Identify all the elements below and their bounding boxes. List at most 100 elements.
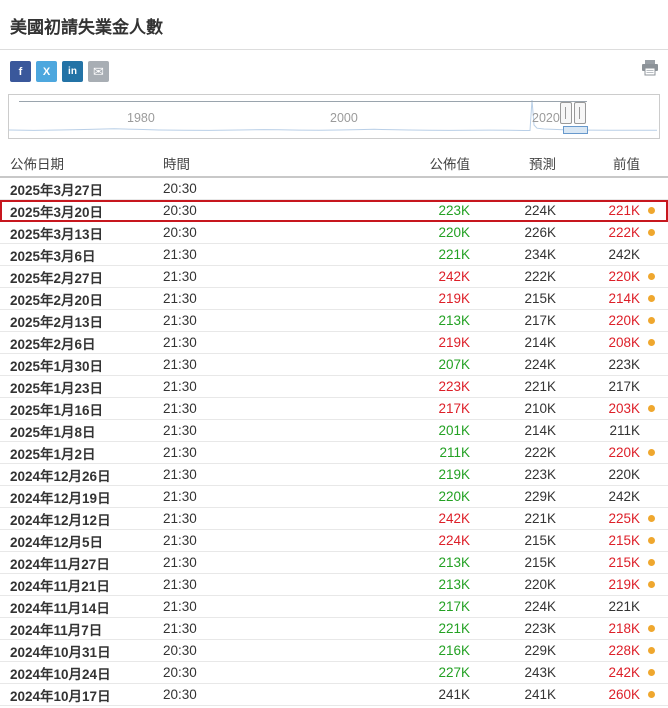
print-button[interactable] [641, 60, 659, 79]
cell-time: 21:30 [163, 445, 197, 460]
cell-publish-date: 2025年2月13日 [10, 314, 104, 330]
cell-actual: 217K [438, 401, 470, 416]
table-row[interactable]: 2024年11月27日 21:30 213K 215K 215K [0, 552, 668, 574]
table-row[interactable]: 2024年11月7日 21:30 221K 223K 218K [0, 618, 668, 640]
table-row[interactable]: 2025年1月2日 21:30 211K 222K 220K [0, 442, 668, 464]
cell-previous: 220K [608, 313, 640, 328]
cell-forecast: 220K [524, 577, 556, 592]
cell-time: 21:30 [163, 423, 197, 438]
cell-forecast: 214K [524, 423, 556, 438]
twitter-share-button[interactable]: X [36, 61, 57, 82]
cell-time: 20:30 [163, 225, 197, 240]
revision-dot-icon [647, 515, 655, 522]
table-row[interactable]: 2025年2月27日 21:30 242K 222K 220K [0, 266, 668, 288]
table-row[interactable]: 2025年3月13日 20:30 220K 226K 222K [0, 222, 668, 244]
cell-previous: 214K [608, 291, 640, 306]
table-row[interactable]: 2024年10月24日 20:30 227K 243K 242K [0, 662, 668, 684]
cell-forecast: 215K [524, 291, 556, 306]
cell-previous: 228K [608, 643, 640, 658]
revision-dot-icon [647, 317, 655, 324]
cell-forecast: 223K [524, 467, 556, 482]
table-row[interactable]: 2024年12月12日 21:30 242K 221K 225K [0, 508, 668, 530]
table-row[interactable]: 2024年10月17日 20:30 241K 241K 260K [0, 684, 668, 706]
table-row[interactable]: 2024年12月26日 21:30 219K 223K 220K [0, 464, 668, 486]
cell-publish-date: 2025年2月27日 [10, 270, 104, 286]
revision-dot-icon [647, 339, 655, 346]
cell-revision [640, 618, 662, 639]
revision-dot-icon [647, 295, 655, 302]
cell-publish-date: 2025年2月6日 [10, 336, 96, 352]
cell-actual: 213K [438, 555, 470, 570]
cell-publish-date: 2024年10月24日 [10, 666, 111, 682]
linkedin-share-button[interactable]: in [62, 61, 83, 82]
cell-forecast: 222K [524, 445, 556, 460]
cell-forecast: 229K [524, 489, 556, 504]
table-row[interactable]: 2024年11月14日 21:30 217K 224K 221K [0, 596, 668, 618]
cell-actual: 221K [438, 247, 470, 262]
navigator-year-label: 2020 [532, 111, 560, 125]
chart-navigator[interactable]: 1980 2000 2020 [8, 94, 660, 139]
cell-actual: 219K [438, 467, 470, 482]
cell-revision [640, 354, 662, 375]
navigator-scrollbar-thumb[interactable] [563, 126, 588, 134]
revision-dot-icon [647, 647, 655, 654]
cell-previous: 203K [608, 401, 640, 416]
table-row[interactable]: 2025年2月20日 21:30 219K 215K 214K [0, 288, 668, 310]
facebook-icon: f [18, 65, 23, 78]
cell-revision [640, 508, 662, 529]
cell-time: 21:30 [163, 555, 197, 570]
revision-dot-icon [647, 229, 655, 236]
table-row[interactable]: 2024年10月31日 20:30 216K 229K 228K [0, 640, 668, 662]
email-share-button[interactable]: ✉ [88, 61, 109, 82]
facebook-share-button[interactable]: f [10, 61, 31, 82]
cell-revision [640, 332, 662, 353]
linkedin-icon: in [68, 66, 77, 77]
table-row[interactable]: 2025年2月13日 21:30 213K 217K 220K [0, 310, 668, 332]
revision-dot-icon [647, 691, 655, 698]
table-row[interactable]: 2024年12月19日 21:30 220K 229K 242K [0, 486, 668, 508]
revision-dot-icon [647, 207, 655, 214]
navigator-year-label: 2000 [330, 111, 358, 125]
table-row[interactable]: 2025年3月27日 20:30 [0, 178, 668, 200]
cell-revision [640, 222, 662, 243]
table-row[interactable]: 2025年2月6日 21:30 219K 214K 208K [0, 332, 668, 354]
table-row[interactable]: 2025年1月16日 21:30 217K 210K 203K [0, 398, 668, 420]
cell-publish-date: 2024年12月19日 [10, 490, 111, 506]
cell-actual: 219K [438, 291, 470, 306]
cell-publish-date: 2025年3月27日 [10, 182, 104, 198]
cell-publish-date: 2025年3月20日 [10, 204, 104, 220]
table-row[interactable]: 2024年12月5日 21:30 224K 215K 215K [0, 530, 668, 552]
cell-publish-date: 2025年1月2日 [10, 446, 96, 462]
cell-revision [640, 398, 662, 419]
navigator-left-handle[interactable] [560, 102, 572, 124]
table-row[interactable]: 2025年1月30日 21:30 207K 224K 223K [0, 354, 668, 376]
cell-publish-date: 2025年3月13日 [10, 226, 104, 242]
table-row[interactable]: 2025年1月8日 21:30 201K 214K 211K [0, 420, 668, 442]
cell-time: 21:30 [163, 313, 197, 328]
cell-actual: 220K [438, 489, 470, 504]
cell-revision [640, 464, 662, 485]
share-bar: f X in ✉ [0, 50, 668, 91]
table-row[interactable]: 2025年1月23日 21:30 223K 221K 217K [0, 376, 668, 398]
cell-publish-date: 2025年1月8日 [10, 424, 96, 440]
cell-previous: 222K [608, 225, 640, 240]
table-row[interactable]: 2025年3月20日 20:30 223K 224K 221K [0, 200, 668, 222]
cell-previous: 215K [608, 533, 640, 548]
cell-time: 20:30 [163, 687, 197, 702]
cell-time: 21:30 [163, 599, 197, 614]
cell-forecast: 229K [524, 643, 556, 658]
printer-icon [642, 60, 658, 76]
cell-previous: 218K [608, 621, 640, 636]
cell-forecast: 215K [524, 555, 556, 570]
cell-actual: 201K [438, 423, 470, 438]
navigator-year-label: 1980 [127, 111, 155, 125]
table-row[interactable]: 2024年11月21日 21:30 213K 220K 219K [0, 574, 668, 596]
cell-actual: 224K [438, 533, 470, 548]
cell-actual: 223K [438, 203, 470, 218]
cell-previous: 211K [609, 423, 640, 438]
table-row[interactable]: 2025年3月6日 21:30 221K 234K 242K [0, 244, 668, 266]
cell-publish-date: 2024年12月12日 [10, 512, 111, 528]
cell-time: 21:30 [163, 467, 197, 482]
navigator-right-handle[interactable] [574, 102, 586, 124]
cell-publish-date: 2024年11月21日 [10, 578, 110, 594]
